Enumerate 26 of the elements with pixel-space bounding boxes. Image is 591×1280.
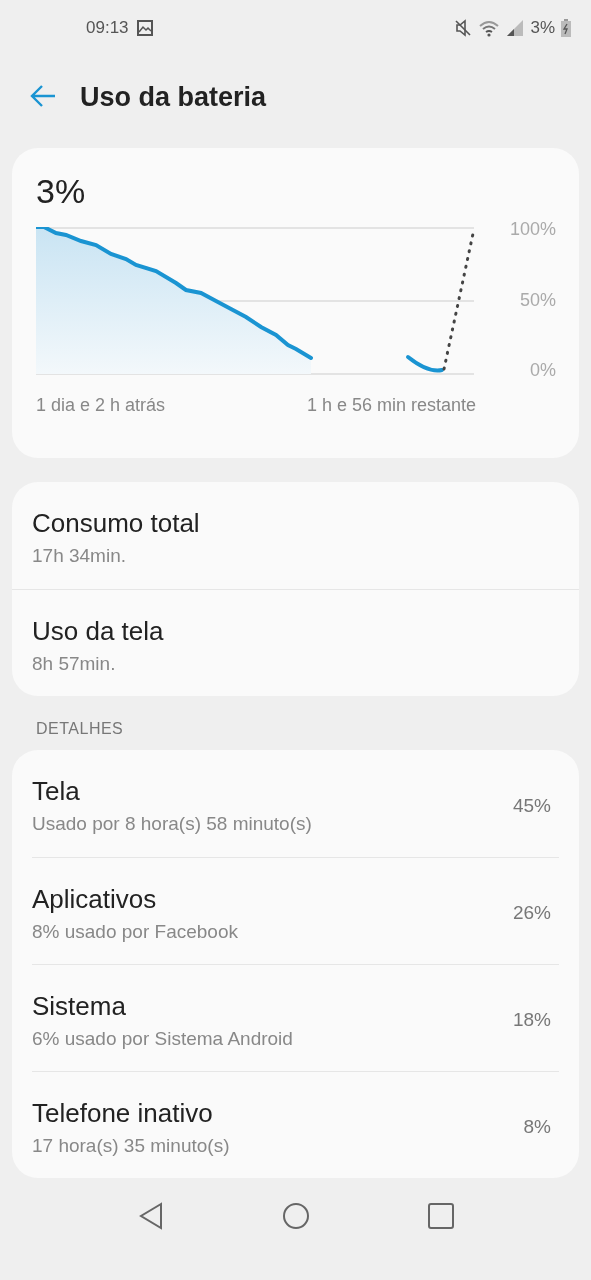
axis-label: 1 h e 56 min restante: [306, 395, 476, 416]
signal-icon: [506, 19, 525, 37]
detail-item[interactable]: Tela Usado por 8 hora(s) 58 minuto(s) 45%: [32, 750, 559, 857]
axis-label: 100%: [508, 219, 556, 240]
row-value: 8h 57min.: [32, 652, 117, 675]
battery-level: 3%: [36, 172, 86, 210]
battery-icon: [561, 19, 571, 37]
axis-label: 50%: [518, 289, 556, 311]
wifi-icon: [478, 19, 501, 37]
mute-icon: [454, 19, 473, 37]
image-icon: [136, 20, 153, 36]
detail-item[interactable]: Sistema 6% usado por Sistema Android 18%: [32, 964, 559, 1071]
section-heading: DETALHES: [36, 720, 125, 738]
recents-nav-icon[interactable]: [427, 1203, 454, 1229]
row-value: 17h 34min.: [32, 545, 127, 567]
detail-item[interactable]: Aplicativos 8% usado por Facebook 26%: [32, 857, 559, 964]
axis-label: 1 dia e 2 h atrás: [36, 395, 166, 416]
battery-percent: 3%: [530, 18, 555, 38]
home-nav-icon[interactable]: [281, 1202, 310, 1230]
back-nav-icon[interactable]: [137, 1202, 164, 1230]
clock: 09:13: [86, 18, 129, 38]
page-title: Uso da bateria: [80, 81, 267, 113]
axis-label: 0%: [529, 360, 556, 381]
row-title: Uso da tela: [32, 615, 165, 647]
row-title: Consumo total: [32, 508, 201, 539]
detail-item[interactable]: Telefone inativo 17 hora(s) 35 minuto(s) 8%: [32, 1071, 559, 1178]
